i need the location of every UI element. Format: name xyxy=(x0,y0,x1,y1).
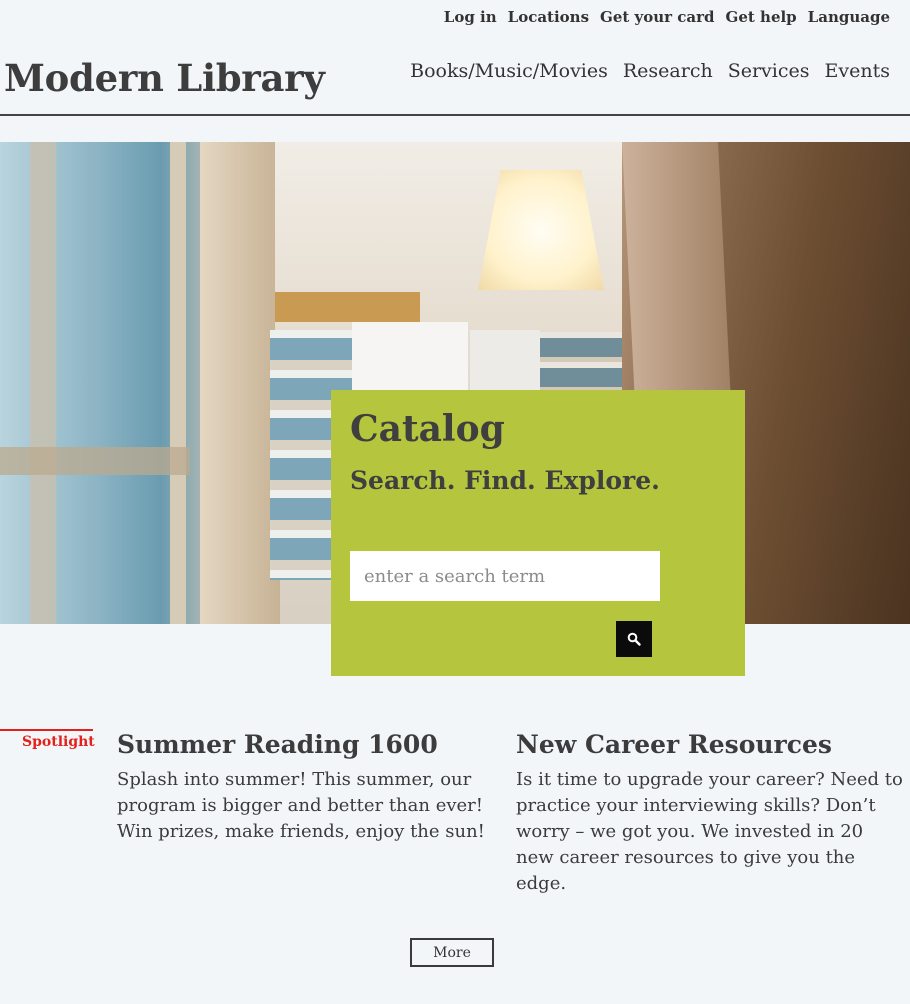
hero-sign xyxy=(470,330,540,390)
locations-link[interactable]: Locations xyxy=(508,8,589,26)
article-title[interactable]: New Career Resources xyxy=(516,730,906,759)
hero-window-frame xyxy=(30,142,56,624)
hero-window-frame xyxy=(170,142,186,624)
hero-sign xyxy=(352,322,468,392)
hero-wood-band xyxy=(275,292,420,322)
main-nav: Books/Music/Movies Research Services Eve… xyxy=(410,60,890,82)
more-button[interactable]: More xyxy=(410,938,494,967)
catalog-search-panel: Catalog Search. Find. Explore. xyxy=(331,390,745,676)
header-divider xyxy=(0,114,910,116)
hero-window-rail xyxy=(0,447,190,475)
catalog-title: Catalog xyxy=(350,408,505,450)
search-icon xyxy=(627,632,641,646)
article-title[interactable]: Summer Reading 1600 xyxy=(117,730,489,759)
catalog-subtitle: Search. Find. Explore. xyxy=(350,466,660,495)
nav-services[interactable]: Services xyxy=(728,60,810,82)
utility-nav: Log in Locations Get your card Get help … xyxy=(444,8,890,26)
language-link[interactable]: Language xyxy=(808,8,890,26)
get-help-link[interactable]: Get help xyxy=(726,8,797,26)
hero-pillar xyxy=(200,142,280,624)
site-title[interactable]: Modern Library xyxy=(4,56,325,100)
spotlight-article: Summer Reading 1600 Splash into summer! … xyxy=(117,730,489,845)
login-link[interactable]: Log in xyxy=(444,8,497,26)
search-button[interactable] xyxy=(616,621,652,657)
article-body: Is it time to upgrade your career? Need … xyxy=(516,769,903,894)
spotlight-label: Spotlight xyxy=(22,734,95,750)
get-your-card-link[interactable]: Get your card xyxy=(600,8,715,26)
catalog-search-input[interactable] xyxy=(350,551,660,601)
article-body: Splash into summer! This summer, our pro… xyxy=(117,769,485,842)
spotlight-rule xyxy=(0,729,93,731)
nav-events[interactable]: Events xyxy=(825,60,890,82)
nav-books-music-movies[interactable]: Books/Music/Movies xyxy=(410,60,608,82)
spotlight-article: New Career Resources Is it time to upgra… xyxy=(516,730,906,897)
nav-research[interactable]: Research xyxy=(623,60,713,82)
